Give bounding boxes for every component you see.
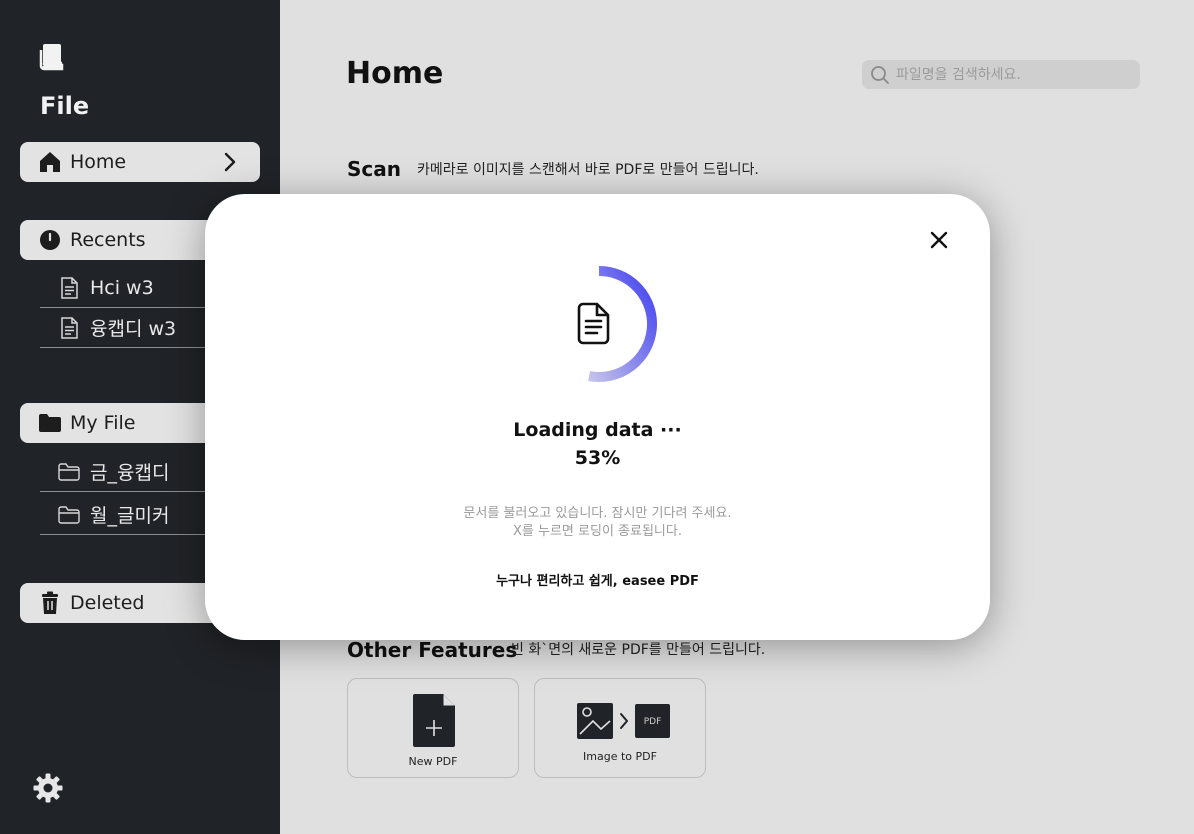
- loading-percent: 53%: [574, 447, 621, 469]
- loading-hint-line1: 문서를 불러오고 있습니다. 잠시만 기다려 주세요.: [463, 506, 732, 521]
- loading-title: Loading data ···: [513, 419, 682, 441]
- loading-hint-line2: X를 누르면 로딩이 종료됩니다.: [513, 524, 682, 539]
- close-icon[interactable]: [927, 228, 951, 252]
- loading-spinner: [577, 266, 657, 382]
- tagline: 누구나 편리하고 쉽게, easee PDF: [496, 574, 699, 589]
- modal-overlay: Loading data ··· 53% 문서를 불러오고 있습니다. 잠시만 …: [0, 0, 1194, 834]
- document-icon: [577, 302, 610, 345]
- loading-modal: Loading data ··· 53% 문서를 불러오고 있습니다. 잠시만 …: [205, 194, 990, 640]
